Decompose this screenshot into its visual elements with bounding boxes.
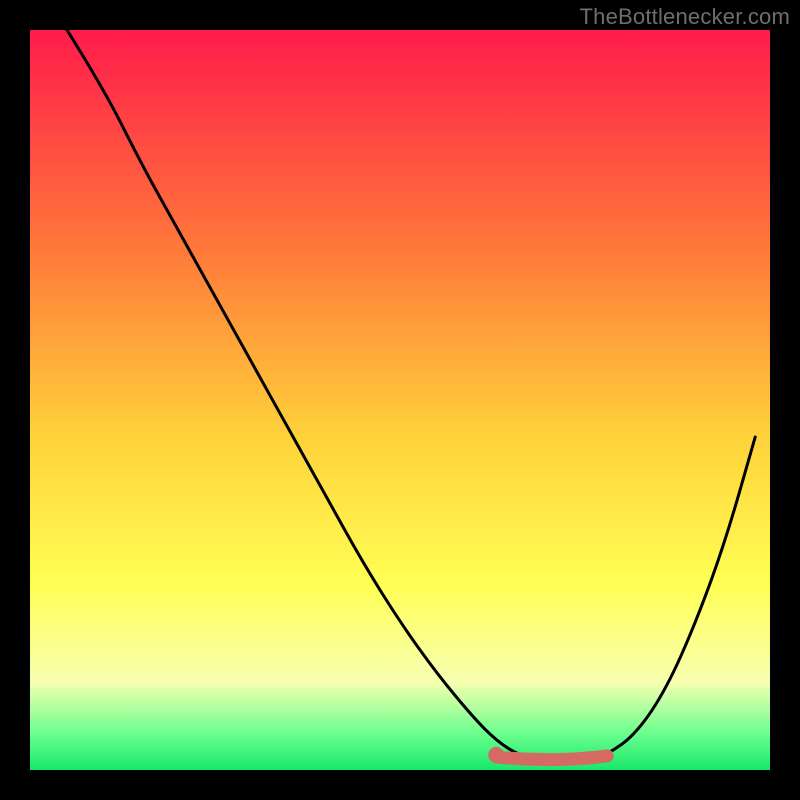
bottleneck-chart [30,30,770,770]
attribution-label: TheBottlenecker.com [580,4,790,30]
gradient-background [30,30,770,770]
chart-frame: TheBottlenecker.com [0,0,800,800]
plot-area [30,30,770,770]
